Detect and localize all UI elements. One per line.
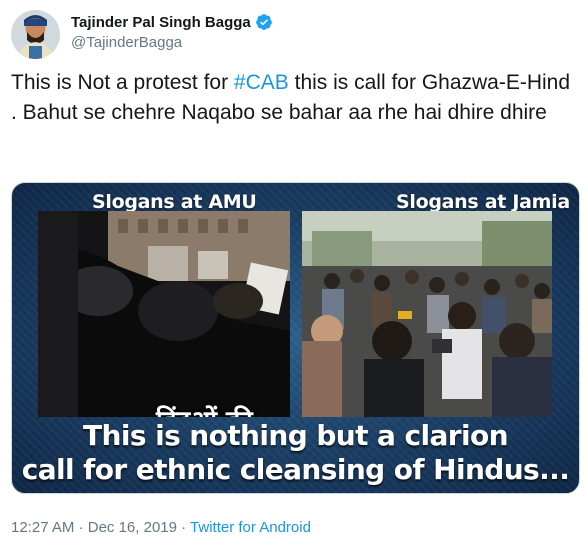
- avatar[interactable]: [11, 10, 60, 59]
- hindi-subtitle: हिंदुओं की: [156, 401, 253, 417]
- caption-line-1: This is nothing but a clarion: [83, 419, 508, 452]
- jamia-panel-title: Slogans at Jamia: [396, 191, 570, 213]
- caption-line-2: call for ethnic cleansing of Hindus...: [21, 453, 570, 486]
- author-display-name[interactable]: Tajinder Pal Singh Bagga: [71, 14, 251, 31]
- media-attachment[interactable]: Slogans at AMU Slogans at Jamia हिंदुओं …: [11, 182, 580, 494]
- amu-panel-title: Slogans at AMU: [92, 191, 257, 213]
- avatar-image: [11, 10, 60, 59]
- author-name-row[interactable]: Tajinder Pal Singh Bagga: [71, 13, 273, 31]
- tweet-text-start: This is Not a protest for: [11, 71, 234, 94]
- meta-separator-2: ·: [176, 519, 191, 536]
- meta-separator: ·: [74, 519, 88, 536]
- tweet-metadata: 12:27 AM · Dec 16, 2019 · Twitter for An…: [11, 519, 311, 536]
- jamia-frame-image: [302, 211, 552, 417]
- tweet-source-link[interactable]: Twitter for Android: [190, 519, 311, 536]
- tweet-time[interactable]: 12:27 AM: [11, 519, 74, 536]
- verified-badge-icon: [255, 14, 272, 30]
- amu-frame-image: [38, 211, 290, 417]
- tweet-text: This is Not a protest for #CAB this is c…: [11, 68, 571, 128]
- hashtag-link[interactable]: #CAB: [234, 71, 289, 94]
- author-handle[interactable]: @TajinderBagga: [71, 34, 182, 51]
- media-caption: This is nothing but a clarion call for e…: [12, 419, 579, 487]
- tweet-date[interactable]: Dec 16, 2019: [88, 519, 177, 536]
- amu-video-frame: हिंदुओं की: [38, 211, 290, 417]
- jamia-video-frame: [302, 211, 552, 417]
